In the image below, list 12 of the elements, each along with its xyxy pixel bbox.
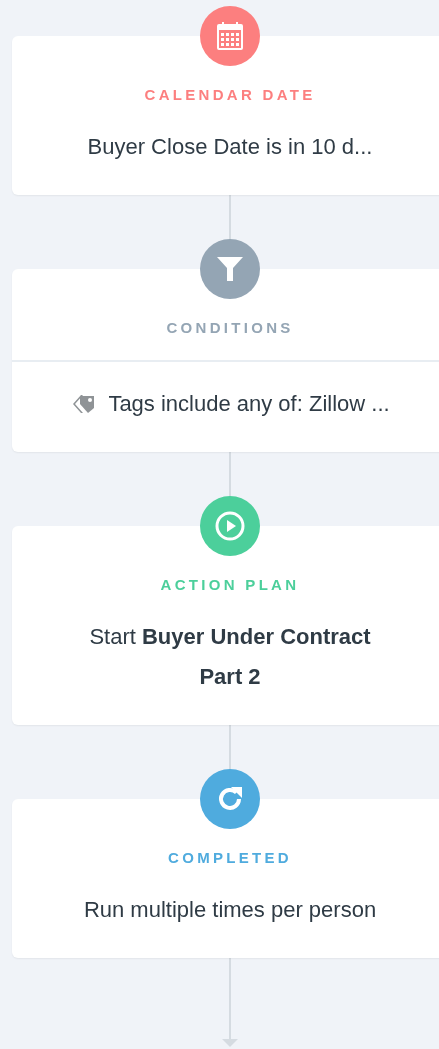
step-label: ACTION PLAN: [160, 575, 300, 595]
step-description: Run multiple times per person: [83, 896, 377, 924]
step-description: Start Buyer Under Contract Part 2: [88, 623, 372, 691]
step-description: Buyer Close Date is in 10 d...: [87, 133, 373, 161]
step-label: COMPLETED: [168, 848, 292, 868]
step-card[interactable]: CALENDAR DATE Buyer Close Date is in 10 d...: [12, 36, 439, 195]
step-card[interactable]: COMPLETED Run multiple times per person: [12, 799, 439, 958]
step-card[interactable]: ACTION PLAN Start Buyer Under Contract Part 2: [12, 526, 439, 725]
step-description: Tags include any of: Zillow ...: [108, 390, 390, 418]
step-card[interactable]: CONDITIONS Tags include any of: Zillow ...: [12, 269, 439, 452]
step-label: CALENDAR DATE: [144, 85, 316, 105]
step-label: CONDITIONS: [166, 318, 294, 338]
